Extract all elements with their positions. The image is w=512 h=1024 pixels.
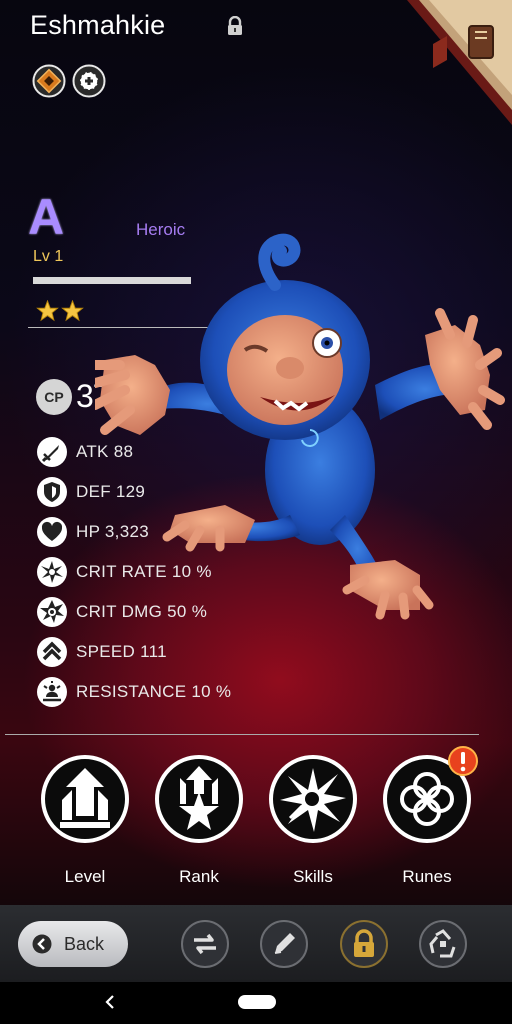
- skills-label: Skills: [293, 867, 333, 886]
- star-icon: [36, 300, 59, 322]
- support-role-icon[interactable]: [72, 64, 106, 98]
- rank-button[interactable]: Rank: [149, 754, 249, 887]
- monster-book-button[interactable]: [407, 0, 512, 125]
- monster-illustration: [95, 233, 505, 620]
- rank-label: Rank: [179, 867, 219, 886]
- grade-letter: A: [28, 189, 65, 245]
- lock-icon[interactable]: [339, 919, 389, 969]
- runes-label: Runes: [402, 867, 452, 886]
- stat-row-speed: SPEED 111: [36, 632, 231, 672]
- resistance-icon: [37, 677, 67, 707]
- level-label: Lv 1: [33, 248, 64, 265]
- cp-badge: CP: [36, 378, 72, 415]
- chevron-left-icon: [32, 934, 52, 954]
- rank-star-icon[interactable]: [154, 754, 244, 844]
- nav-home-pill[interactable]: [238, 995, 276, 1009]
- shield-icon: [37, 477, 67, 507]
- level-up-icon[interactable]: [40, 754, 130, 844]
- back-label: Back: [64, 933, 105, 954]
- skills-burst-icon[interactable]: [268, 754, 358, 844]
- runes-alert-icon: [448, 746, 478, 776]
- nav-back-icon[interactable]: [102, 992, 118, 1012]
- rename-pencil-icon[interactable]: [259, 919, 309, 969]
- recycle-icon[interactable]: [418, 919, 468, 969]
- level-label: Level: [64, 867, 106, 886]
- sword-icon: [37, 437, 67, 467]
- swap-icon[interactable]: [180, 919, 230, 969]
- monster-name: Eshmahkie: [30, 10, 166, 40]
- back-button[interactable]: Back: [18, 921, 128, 967]
- stat-label: RESISTANCE 10 %: [76, 682, 232, 701]
- level-button[interactable]: Level: [35, 754, 135, 887]
- bottom-toolbar: Back: [0, 905, 512, 982]
- crit-rate-icon: [37, 557, 67, 587]
- speed-icon: [37, 637, 67, 667]
- star-icon: [61, 300, 84, 322]
- crit-dmg-icon: [37, 597, 67, 627]
- skills-button[interactable]: Skills: [263, 754, 363, 887]
- lock-icon[interactable]: [226, 16, 244, 36]
- stat-row-resistance: RESISTANCE 10 %: [36, 672, 231, 712]
- heart-icon: [37, 517, 67, 547]
- stat-label: SPEED 111: [76, 642, 167, 661]
- star-rating: [36, 300, 84, 322]
- system-nav-bar: [0, 982, 512, 1024]
- element-icons: [32, 64, 106, 98]
- divider: [5, 734, 479, 735]
- fire-element-icon[interactable]: [32, 64, 66, 98]
